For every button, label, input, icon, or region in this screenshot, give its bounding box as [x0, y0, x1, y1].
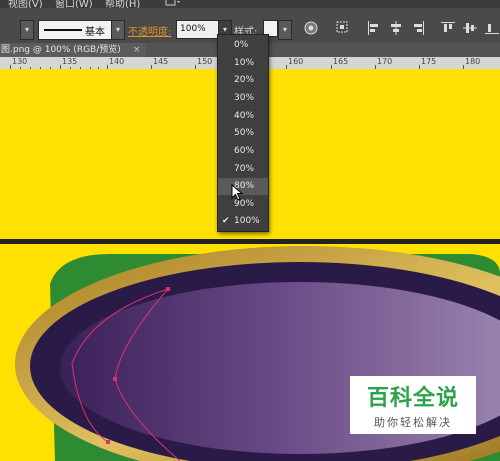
- ruler-label: 145: [153, 57, 169, 66]
- align-right-icon[interactable]: [411, 21, 425, 35]
- watermark-logo: 百科全说 助你轻松解决: [350, 376, 476, 434]
- ruler-label: 175: [421, 57, 437, 66]
- stroke-profile-selector[interactable]: 基本: [38, 20, 112, 40]
- watermark-subtitle: 助你轻松解决: [374, 416, 452, 429]
- align-horizontal-center-icon[interactable]: [389, 21, 403, 35]
- ruler-label: 140: [109, 57, 125, 66]
- align-top-icon[interactable]: [441, 21, 455, 35]
- opacity-option-selected[interactable]: ✔ 100%: [218, 213, 268, 230]
- ruler-label: 130: [12, 57, 28, 66]
- ruler-label: 170: [377, 57, 393, 66]
- close-tab-icon[interactable]: ×: [133, 43, 141, 57]
- stroke-profile-dropdown-button[interactable]: ▾: [111, 20, 125, 40]
- ruler-label: 135: [62, 57, 78, 66]
- opacity-option[interactable]: 70%: [218, 161, 268, 178]
- document-tab[interactable]: 图.png @ 100% (RGB/预览) ×: [0, 43, 146, 57]
- mouse-cursor-icon: [231, 184, 244, 201]
- opacity-option[interactable]: 30%: [218, 90, 268, 107]
- opacity-option[interactable]: 0%: [218, 37, 268, 54]
- stroke-preview-line: [44, 29, 82, 31]
- document-tab-title: 图.png @ 100% (RGB/预览): [1, 45, 121, 55]
- opacity-option[interactable]: 40%: [218, 108, 268, 125]
- align-bottom-icon[interactable]: [485, 21, 499, 35]
- checkmark-icon: ✔: [222, 216, 230, 226]
- opacity-option[interactable]: 10%: [218, 55, 268, 72]
- opacity-option[interactable]: 20%: [218, 72, 268, 89]
- ruler-label: 160: [288, 57, 304, 66]
- menu-window[interactable]: 窗口(W): [55, 0, 93, 8]
- stroke-profile-label: 基本: [85, 27, 105, 38]
- opacity-dropdown-menu: 0% 10% 20% 30% 40% 50% 60% 70% 80% 90% ✔…: [217, 34, 269, 232]
- opacity-input[interactable]: 100%: [176, 20, 221, 39]
- graphic-style-dropdown-button[interactable]: ▾: [278, 20, 292, 40]
- ruler-label: 165: [333, 57, 349, 66]
- watermark-title: 百科全说: [366, 386, 459, 411]
- align-vertical-center-icon[interactable]: [463, 21, 477, 35]
- menu-help[interactable]: 帮助(H): [105, 0, 140, 8]
- opacity-label[interactable]: 不透明度:: [128, 23, 171, 38]
- recolor-artwork-icon[interactable]: [304, 21, 318, 35]
- align-left-icon[interactable]: [367, 21, 381, 35]
- workspace-switcher-icon[interactable]: [165, 0, 181, 6]
- opacity-option[interactable]: 60%: [218, 143, 268, 160]
- menu-bar: 视图(V) 窗口(W) 帮助(H): [0, 0, 500, 8]
- opacity-option[interactable]: 50%: [218, 125, 268, 142]
- menu-view[interactable]: 视图(V): [8, 0, 43, 8]
- stroke-weight-dropdown-button[interactable]: ▾: [20, 20, 34, 40]
- align-to-selection-icon[interactable]: [336, 21, 350, 35]
- ruler-label: 180: [465, 57, 481, 66]
- ruler-label: 150: [197, 57, 213, 66]
